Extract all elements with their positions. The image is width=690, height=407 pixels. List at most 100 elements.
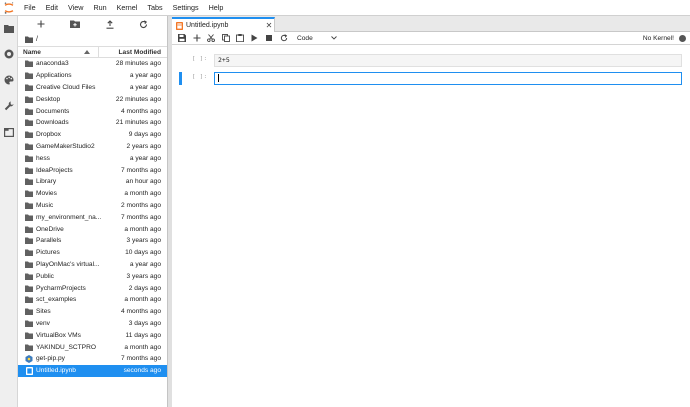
file-modified: 4 months ago: [121, 308, 161, 316]
file-list-item[interactable]: Music 2 months ago: [18, 200, 167, 212]
file-list-item[interactable]: Sites 4 months ago: [18, 306, 167, 318]
close-icon[interactable]: ✕: [264, 21, 274, 30]
file-list-item[interactable]: sct_examples a month ago: [18, 294, 167, 306]
file-name: Movies: [36, 190, 57, 198]
file-list-item[interactable]: PycharmProjects 2 days ago: [18, 282, 167, 294]
file-list-item[interactable]: Library an hour ago: [18, 176, 167, 188]
file-list-item[interactable]: Untitled.ipynb seconds ago: [18, 364, 167, 377]
file-modified: 22 minutes ago: [115, 95, 161, 103]
file-list-item[interactable]: Applications a year ago: [18, 70, 167, 82]
cell-input[interactable]: [214, 72, 682, 85]
folder-icon: [18, 84, 35, 91]
new-launcher-button[interactable]: [32, 17, 50, 31]
folder-icon: [18, 96, 35, 103]
menu-run[interactable]: Run: [88, 0, 111, 16]
file-list-item[interactable]: Creative Cloud Files a year ago: [18, 82, 167, 94]
new-folder-button[interactable]: [66, 17, 84, 31]
cell-input[interactable]: 2+5: [214, 54, 682, 67]
stop-button[interactable]: [262, 32, 277, 44]
run-button[interactable]: [248, 32, 263, 44]
file-modified: 9 days ago: [128, 131, 161, 139]
folder-icon: [18, 167, 35, 174]
file-list-item[interactable]: IdeaProjects 7 months ago: [18, 164, 167, 176]
home-folder-icon[interactable]: [25, 36, 33, 43]
file-list-item[interactable]: VirtualBox VMs 11 days ago: [18, 329, 167, 341]
folder-icon: [18, 202, 35, 209]
file-modified: a year ago: [129, 72, 161, 80]
jupyter-logo-icon: [0, 0, 18, 16]
file-list-item[interactable]: my_environment_na... 7 months ago: [18, 211, 167, 223]
tab-label: Untitled.ipynb: [186, 22, 229, 29]
file-list-item[interactable]: Pictures 10 days ago: [18, 247, 167, 259]
file-modified: a year ago: [129, 260, 161, 268]
folder-icon[interactable]: [0, 19, 18, 37]
file-list-item[interactable]: venv 3 days ago: [18, 318, 167, 330]
file-list-item[interactable]: anaconda3 28 minutes ago: [18, 58, 167, 70]
file-list-item[interactable]: GameMakerStudio2 2 years ago: [18, 141, 167, 153]
upload-button[interactable]: [101, 17, 119, 31]
file-list-item[interactable]: get-pip.py 7 months ago: [18, 353, 167, 365]
restart-kernel-button[interactable]: [277, 32, 292, 44]
file-list-item[interactable]: PlayOnMac's virtual... a year ago: [18, 259, 167, 271]
file-list-item[interactable]: Public 3 years ago: [18, 270, 167, 282]
tab-icon[interactable]: [0, 123, 18, 141]
file-name: Creative Cloud Files: [36, 83, 96, 91]
cell-type-select[interactable]: Code: [297, 33, 337, 43]
insert-cell-button[interactable]: [190, 32, 205, 44]
folder-icon: [18, 285, 35, 292]
document-tab-bar: Untitled.ipynb ✕: [172, 16, 690, 32]
file-list-item[interactable]: Dropbox 9 days ago: [18, 129, 167, 141]
menu-kernel[interactable]: Kernel: [112, 0, 143, 16]
cell-collapser[interactable]: [179, 72, 182, 85]
file-modified: 7 months ago: [121, 166, 161, 174]
folder-icon: [18, 155, 35, 162]
file-name: Library: [36, 178, 57, 186]
menu-tabs[interactable]: Tabs: [142, 0, 167, 16]
file-name: PycharmProjects: [36, 284, 86, 292]
code-cell[interactable]: [ ]: 2+5: [172, 54, 690, 67]
notebook-toolbar: Code No Kernel!: [172, 32, 690, 45]
file-modified: a month ago: [124, 190, 161, 198]
cell-type-value: Code: [297, 34, 313, 42]
name-column-header[interactable]: Name: [18, 46, 99, 58]
folder-icon: [18, 308, 35, 316]
file-browser: / Name Last Modified anaconda3 28 minutes…: [18, 16, 168, 407]
chevron-down-icon: [331, 36, 337, 40]
python-file-icon: [18, 354, 35, 363]
folder-icon: [18, 143, 35, 150]
running-icon[interactable]: [0, 45, 18, 63]
main-area: Untitled.ipynb ✕ Code No Kernel! []: 2+…: [172, 16, 690, 407]
breadcrumb-root[interactable]: /: [36, 36, 38, 43]
paste-button[interactable]: [233, 32, 248, 44]
modified-column-header[interactable]: Last Modified: [99, 49, 167, 56]
file-list-item[interactable]: YAKINDU_SCTPRO a month ago: [18, 341, 167, 353]
wrench-icon[interactable]: [0, 97, 18, 115]
left-sidebar: [0, 16, 18, 407]
save-button[interactable]: [175, 32, 190, 44]
file-list-item[interactable]: Parallels 3 years ago: [18, 235, 167, 247]
cell-collapser[interactable]: [179, 54, 182, 67]
menu-help[interactable]: Help: [204, 0, 229, 16]
file-list-item[interactable]: Documents 4 months ago: [18, 105, 167, 117]
folder-icon: [18, 214, 35, 221]
code-cell-active[interactable]: [ ]:: [172, 72, 690, 85]
file-list-item[interactable]: Downloads 21 minutes ago: [18, 117, 167, 129]
refresh-button[interactable]: [135, 17, 153, 31]
file-list-item[interactable]: OneDrive a month ago: [18, 223, 167, 235]
copy-button[interactable]: [219, 32, 234, 44]
menu-edit[interactable]: Edit: [41, 0, 63, 16]
folder-icon: [18, 296, 35, 304]
sort-ascending-icon: [84, 50, 90, 54]
menu-settings[interactable]: Settings: [168, 0, 204, 16]
kernel-status[interactable]: No Kernel!: [643, 32, 686, 45]
file-name: venv: [36, 319, 50, 327]
folder-icon: [18, 273, 35, 280]
tab-untitled-notebook[interactable]: Untitled.ipynb ✕: [172, 17, 275, 32]
file-list-item[interactable]: Movies a month ago: [18, 188, 167, 200]
file-list-item[interactable]: hess a year ago: [18, 152, 167, 164]
menu-view[interactable]: View: [63, 0, 88, 16]
file-list-item[interactable]: Desktop 22 minutes ago: [18, 93, 167, 105]
menu-file[interactable]: File: [18, 0, 41, 16]
palette-icon[interactable]: [0, 71, 18, 89]
cut-button[interactable]: [204, 32, 219, 44]
